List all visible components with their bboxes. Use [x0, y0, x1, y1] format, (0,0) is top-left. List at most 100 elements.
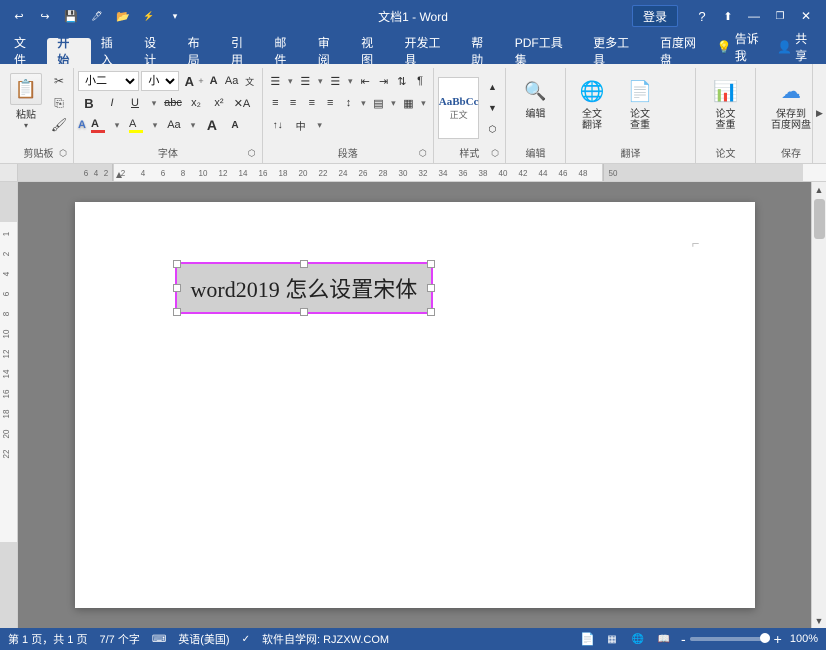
multilevel-list-arrow[interactable]: ▾ [345, 71, 356, 91]
font-expand-icon[interactable]: ⬡ [246, 147, 258, 159]
help-icon[interactable]: ? [690, 4, 714, 28]
numbered-list-button[interactable]: ☰ [297, 71, 314, 91]
underline-button[interactable]: U [124, 93, 146, 113]
bullet-list-button[interactable]: ☰ [267, 71, 284, 91]
tab-file[interactable]: 文件 [4, 38, 47, 64]
italic-button[interactable]: I [101, 93, 123, 113]
highlight-button[interactable]: A [125, 115, 147, 135]
tab-mailing[interactable]: 邮件 [264, 38, 307, 64]
chinese-layout-arrow[interactable]: ▾ [313, 115, 327, 135]
para-spacing-button[interactable]: ↑↓ [267, 115, 289, 135]
tab-references[interactable]: 引用 [221, 38, 264, 64]
track-changes-icon[interactable]: ✓ [242, 634, 250, 645]
scroll-down-button[interactable]: ▼ [812, 613, 826, 628]
resize-handle-bottom[interactable] [300, 308, 308, 316]
tab-layout[interactable]: 布局 [178, 38, 221, 64]
ribbon-scroll-right[interactable]: ▶ [812, 64, 826, 163]
redo-button[interactable]: ↪ [34, 5, 56, 27]
resize-handle-tl[interactable] [173, 260, 181, 268]
increase-font-button[interactable]: A [181, 71, 197, 91]
highlight-arrow[interactable]: ▾ [148, 115, 162, 135]
shading-arrow[interactable]: ▾ [186, 115, 200, 135]
input-mode-icon[interactable]: ⌨ [152, 634, 166, 645]
paragraph-expand-icon[interactable]: ⬡ [417, 147, 429, 159]
close-button[interactable]: ✕ [794, 4, 818, 28]
chinese-layout-button[interactable]: 中 [290, 115, 312, 135]
resize-handle-bl[interactable] [173, 308, 181, 316]
qat-more-button[interactable]: ▾ [164, 5, 186, 27]
font-size-inc2[interactable]: A [201, 115, 223, 135]
text-effect-button[interactable]: A [78, 119, 86, 131]
cut-button[interactable]: ✂ [48, 71, 70, 91]
tab-insert[interactable]: 插入 [91, 38, 134, 64]
scroll-up-button[interactable]: ▲ [812, 182, 826, 197]
decrease-font-button[interactable]: A [206, 71, 222, 91]
font-size-select[interactable]: 小二 [141, 71, 179, 91]
font-color-arrow[interactable]: ▾ [110, 115, 124, 135]
tab-more-tools[interactable]: 更多工具 [583, 38, 650, 64]
justify-button[interactable]: ≡ [322, 93, 339, 113]
scroll-thumb[interactable] [814, 199, 825, 239]
find-button[interactable]: 🔍 编辑 [514, 71, 558, 122]
ribbon-toggle-icon[interactable]: ⬆ [716, 4, 740, 28]
shading-button[interactable]: Aa [163, 115, 185, 135]
sort-button[interactable]: ⇅ [393, 71, 410, 91]
indent-button[interactable]: ⇥ [375, 71, 392, 91]
document-area[interactable]: word2019 怎么设置宋体 ⌐ [18, 182, 811, 628]
numbered-list-arrow[interactable]: ▾ [315, 71, 326, 91]
print-layout-view[interactable]: ▦ [603, 630, 621, 648]
tab-design[interactable]: 设计 [134, 38, 177, 64]
tab-home[interactable]: 开始 [47, 38, 90, 64]
align-right-button[interactable]: ≡ [303, 93, 320, 113]
border-button[interactable]: ▦ [400, 93, 417, 113]
tab-review[interactable]: 审阅 [308, 38, 351, 64]
zoom-thumb[interactable] [760, 633, 770, 643]
subscript-button[interactable]: x₂ [185, 93, 207, 113]
styles-down-button[interactable]: ▼ [481, 98, 503, 118]
restore-button[interactable]: ❐ [768, 4, 792, 28]
change-case-button[interactable]: Aa [224, 71, 240, 91]
tab-pdf[interactable]: PDF工具集 [505, 38, 583, 64]
read-view[interactable]: 📖 [655, 630, 673, 648]
copy-button[interactable]: ⎘ [48, 93, 70, 113]
line-spacing-button[interactable]: ↕ [340, 93, 357, 113]
tab-help[interactable]: 帮助 [461, 38, 504, 64]
autosave-button[interactable]: ⚡ [138, 5, 160, 27]
full-translate-button[interactable]: 🌐 全文翻译 [570, 71, 614, 145]
border-arrow[interactable]: ▾ [418, 93, 429, 113]
undo-button[interactable]: ↩ [8, 5, 30, 27]
resize-handle-tr[interactable] [427, 260, 435, 268]
superscript-button[interactable]: x² [208, 93, 230, 113]
customize-qat-button[interactable]: 🖊 [86, 5, 108, 27]
styles-more-button[interactable]: ⬡ [481, 119, 503, 139]
web-view[interactable]: 🌐 [629, 630, 647, 648]
zoom-level[interactable]: 100% [790, 633, 818, 645]
phonetics-button[interactable]: 文 [242, 71, 258, 91]
align-center-button[interactable]: ≡ [285, 93, 302, 113]
resize-handle-right[interactable] [427, 284, 435, 292]
word-count-button[interactable]: 📊 论文查重 [704, 71, 748, 133]
shading2-arrow[interactable]: ▾ [388, 93, 399, 113]
paste-button[interactable]: 📋 粘贴 ▾ [8, 71, 44, 132]
doc-icon[interactable]: 📄 [580, 632, 595, 646]
strikethrough-button[interactable]: abc [162, 93, 184, 113]
tab-baidu[interactable]: 百度网盘 [650, 38, 717, 64]
resize-handle-left[interactable] [173, 284, 181, 292]
scroll-track[interactable] [812, 197, 826, 613]
align-left-button[interactable]: ≡ [267, 93, 284, 113]
multilevel-list-button[interactable]: ☰ [327, 71, 344, 91]
language[interactable]: 英语(美国) [178, 631, 229, 647]
styles-box[interactable]: AaBbCc 正文 [438, 77, 480, 139]
line-spacing-arrow[interactable]: ▾ [358, 93, 369, 113]
styles-up-button[interactable]: ▲ [481, 77, 503, 97]
outdent-button[interactable]: ⇤ [357, 71, 374, 91]
tab-view[interactable]: 视图 [351, 38, 394, 64]
font-name-select[interactable]: 小二 [78, 71, 139, 91]
zoom-in-button[interactable]: + [774, 631, 782, 647]
page-info[interactable]: 第 1 页，共 1 页 [8, 631, 87, 647]
save-qat-button[interactable]: 💾 [60, 5, 82, 27]
text-box[interactable]: word2019 怎么设置宋体 [175, 262, 434, 314]
resize-handle-br[interactable] [427, 308, 435, 316]
bullet-list-arrow[interactable]: ▾ [285, 71, 296, 91]
font-color-button[interactable]: A [87, 115, 109, 135]
